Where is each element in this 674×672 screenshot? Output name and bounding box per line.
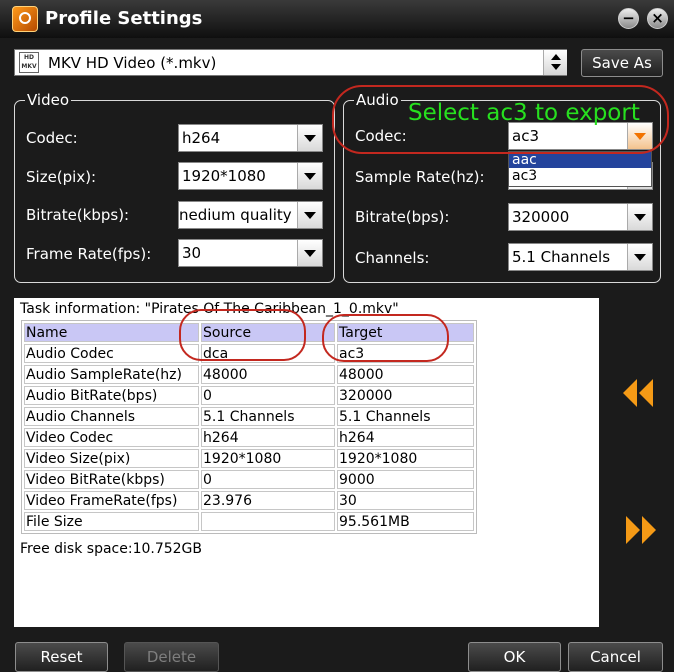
row-name: Audio SampleRate(hz) [24, 365, 199, 384]
chevron-down-icon[interactable] [297, 202, 322, 228]
column-header-name: Name [24, 323, 199, 342]
row-name: Audio BitRate(bps) [24, 386, 199, 405]
row-target: 5.1 Channels [337, 407, 474, 426]
video-bitrate-value: nedium quality [179, 206, 292, 224]
row-source: 1920*1080 [201, 449, 335, 468]
table-row: Audio SampleRate(hz) 48000 48000 [24, 365, 474, 384]
chevron-down-icon[interactable] [627, 244, 652, 270]
row-target: h264 [337, 428, 474, 447]
table-row: Video Size(pix) 1920*1080 1920*1080 [24, 449, 474, 468]
chevron-down-icon[interactable] [297, 125, 322, 151]
row-source: 48000 [201, 365, 335, 384]
row-name: Video BitRate(kbps) [24, 470, 199, 489]
video-bitrate-select[interactable]: nedium quality [178, 201, 323, 229]
audio-codec-option-ac3[interactable]: ac3 [509, 168, 651, 184]
cancel-button[interactable]: Cancel [568, 642, 663, 672]
window-title: Profile Settings [45, 8, 203, 29]
row-source [201, 512, 335, 531]
video-group-legend: Video [25, 91, 72, 109]
row-target: 1920*1080 [337, 449, 474, 468]
video-settings-group: Video Codec: h264 Size(pix): 1920*1080 B… [14, 91, 335, 283]
audio-bitrate-value: 320000 [512, 208, 570, 226]
row-name: Audio Codec [24, 344, 199, 363]
double-chevron-right-icon[interactable] [624, 516, 658, 544]
sample-rate-label: Sample Rate(hz): [355, 168, 485, 186]
video-size-label: Size(pix): [26, 168, 97, 186]
audio-bitrate-select[interactable]: 320000 [508, 203, 653, 231]
delete-button[interactable]: Delete [124, 642, 219, 672]
free-disk-space: Free disk space:10.752GB [20, 541, 203, 557]
row-target: 30 [337, 491, 474, 510]
chevron-down-icon[interactable] [297, 163, 322, 189]
row-name: Video Size(pix) [24, 449, 199, 468]
video-codec-value: h264 [182, 129, 221, 147]
reset-button[interactable]: Reset [15, 642, 108, 672]
save-as-button[interactable]: Save As [581, 49, 663, 77]
video-frame-rate-value: 30 [182, 244, 202, 262]
minimize-button[interactable]: − [618, 8, 639, 29]
table-row: Video FrameRate(fps) 23.976 30 [24, 491, 474, 510]
video-codec-select[interactable]: h264 [178, 124, 323, 152]
chevron-up-icon[interactable] [551, 54, 561, 60]
row-name: File Size [24, 512, 199, 531]
row-name: Video FrameRate(fps) [24, 491, 199, 510]
profile-settings-window: Profile Settings − × HD MKV MKV HD Video… [0, 0, 674, 672]
output-format-select[interactable]: HD MKV MKV HD Video (*.mkv) [14, 49, 567, 76]
table-row: Video Codec h264 h264 [24, 428, 474, 447]
title-bar: Profile Settings − × [0, 0, 674, 38]
output-format-value: MKV HD Video (*.mkv) [48, 54, 217, 72]
double-chevron-left-icon[interactable] [621, 379, 655, 407]
video-size-select[interactable]: 1920*1080 [178, 162, 323, 190]
chevron-down-icon[interactable] [627, 204, 652, 230]
row-target: 320000 [337, 386, 474, 405]
row-source: 0 [201, 386, 335, 405]
row-name: Video Codec [24, 428, 199, 447]
table-row: Video BitRate(kbps) 0 9000 [24, 470, 474, 489]
audio-codec-dropdown[interactable]: aac ac3 [508, 151, 652, 187]
chevron-down-icon[interactable] [297, 240, 322, 266]
app-logo-icon [12, 6, 38, 32]
mkv-file-icon: HD MKV [19, 52, 39, 73]
audio-bitrate-label: Bitrate(bps): [355, 208, 450, 226]
ok-button[interactable]: OK [468, 642, 561, 672]
annotation-text: Select ac3 to export [408, 100, 640, 126]
row-name: Audio Channels [24, 407, 199, 426]
video-codec-label: Codec: [26, 129, 78, 147]
source-column-annotation-circle [179, 309, 306, 361]
format-spinner[interactable] [543, 50, 567, 75]
audio-codec-option-aac[interactable]: aac [509, 152, 651, 168]
table-row: File Size 95.561MB [24, 512, 474, 531]
target-column-annotation-circle [322, 314, 449, 362]
row-target: 9000 [337, 470, 474, 489]
task-information-panel: Task information: "Pirates Of The Caribb… [14, 298, 599, 627]
row-target: 48000 [337, 365, 474, 384]
video-frame-rate-select[interactable]: 30 [178, 239, 323, 267]
video-size-value: 1920*1080 [182, 167, 266, 185]
channels-label: Channels: [355, 249, 430, 267]
table-row: Audio Channels 5.1 Channels 5.1 Channels [24, 407, 474, 426]
channels-select[interactable]: 5.1 Channels [508, 243, 653, 271]
close-button[interactable]: × [647, 8, 668, 29]
video-frame-rate-label: Frame Rate(fps): [26, 245, 152, 263]
row-source: 0 [201, 470, 335, 489]
video-bitrate-label: Bitrate(kbps): [26, 206, 130, 224]
row-target: 95.561MB [337, 512, 474, 531]
row-source: h264 [201, 428, 335, 447]
channels-value: 5.1 Channels [512, 248, 611, 266]
table-row: Audio BitRate(bps) 0 320000 [24, 386, 474, 405]
row-source: 5.1 Channels [201, 407, 335, 426]
row-source: 23.976 [201, 491, 335, 510]
chevron-down-icon[interactable] [551, 64, 561, 70]
